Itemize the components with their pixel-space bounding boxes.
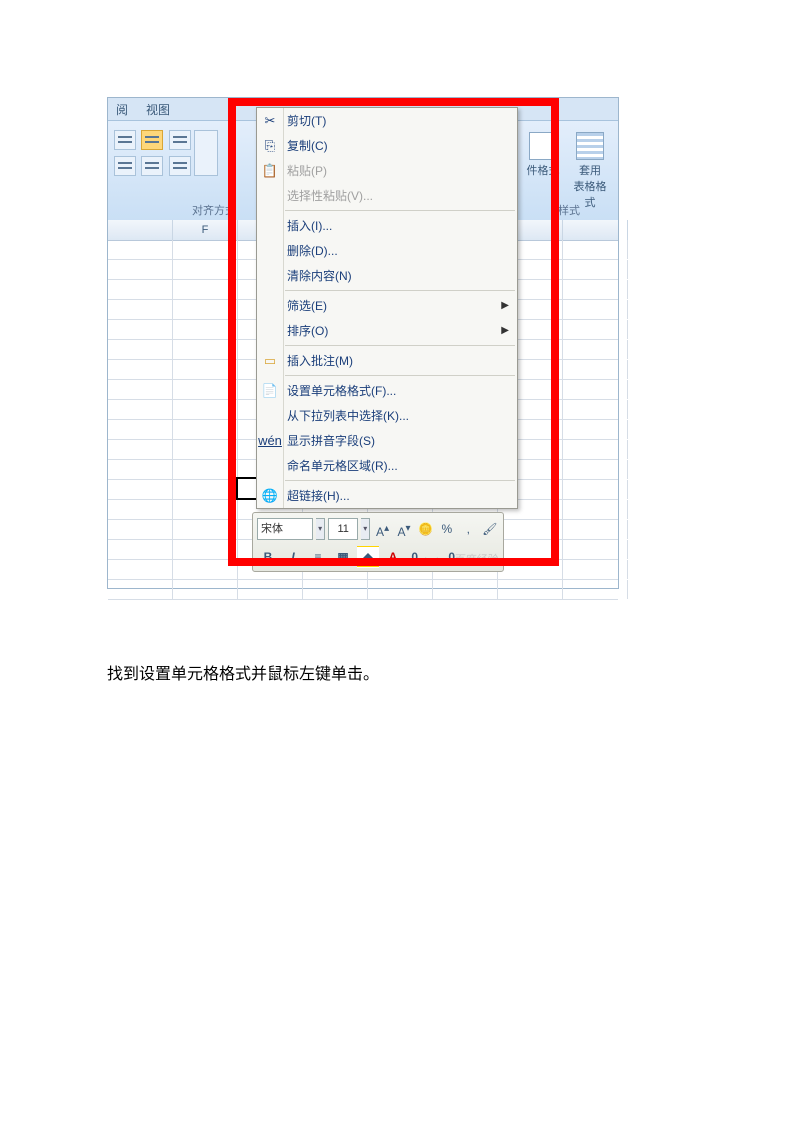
tab-review[interactable]: 阅: [116, 101, 128, 118]
submenu-arrow-icon: ▶: [501, 300, 509, 311]
bold-icon[interactable]: B: [257, 546, 279, 568]
conditional-format-icon: [529, 132, 557, 160]
italic-icon[interactable]: I: [282, 546, 304, 568]
align-left-icon[interactable]: [114, 156, 136, 176]
align-bottom-row: [114, 156, 193, 179]
table-format-button[interactable]: 套用 表格格式: [570, 130, 610, 190]
increase-decimal-icon[interactable]: .0→: [407, 546, 429, 568]
font-size-input[interactable]: 11: [328, 518, 358, 540]
align-group-label: 对齐方式: [192, 202, 236, 218]
menu-paste: 📋粘贴(P): [257, 158, 517, 183]
align-icon[interactable]: ≡: [307, 546, 329, 568]
ribbon-tabs: 阅 视图: [108, 98, 170, 120]
pinyin-icon: wén: [257, 433, 283, 448]
align-top-row: [114, 130, 193, 153]
fill-color-icon[interactable]: ◆: [357, 546, 379, 568]
context-menu: ✂剪切(T) ⎘复制(C) 📋粘贴(P) 选择性粘贴(V)... 插入(I)..…: [256, 107, 518, 509]
size-dropdown-icon[interactable]: ▾: [361, 518, 370, 540]
menu-cut[interactable]: ✂剪切(T): [257, 108, 517, 133]
menu-copy[interactable]: ⎘复制(C): [257, 133, 517, 158]
menu-name-range[interactable]: 命名单元格区域(R)...: [257, 453, 517, 478]
col-e[interactable]: [108, 220, 173, 240]
align-center-icon[interactable]: [141, 156, 163, 176]
font-name-input[interactable]: 宋体: [257, 518, 313, 540]
decrease-decimal-icon[interactable]: ←.0: [432, 546, 454, 568]
tab-view[interactable]: 视图: [146, 101, 170, 118]
format-painter-icon[interactable]: 🖌: [481, 518, 499, 540]
mini-toolbar: 宋体 ▾ 11 ▾ A▴ A▾ 🪙 % , 🖌 B I ≡ ▦ ◆ A .0→ …: [252, 512, 504, 572]
cond-fmt-label: 件格式: [523, 162, 563, 178]
accounting-format-icon[interactable]: 🪙: [416, 518, 434, 540]
table-fmt-label1: 套用: [570, 162, 610, 178]
conditional-format-button[interactable]: 件格式: [523, 130, 563, 190]
align-top-left-icon[interactable]: [114, 130, 136, 150]
format-icon: 📄: [257, 383, 283, 399]
comma-format-icon[interactable]: ,: [459, 518, 477, 540]
orientation-button[interactable]: [194, 130, 218, 176]
borders-icon[interactable]: ▦: [332, 546, 354, 568]
screenshot: 阅 视图 对齐方式 件格式 套用 表格格式 样式: [107, 97, 619, 589]
font-dropdown-icon[interactable]: ▾: [316, 518, 325, 540]
hyperlink-icon: 🌐: [257, 488, 283, 504]
grow-font-icon[interactable]: A▴: [373, 518, 391, 540]
align-right-icon[interactable]: [169, 156, 191, 176]
col-f[interactable]: F: [173, 220, 238, 240]
instruction-text: 找到设置单元格格式并鼠标左键单击。: [107, 660, 379, 684]
style-group-label: 样式: [558, 202, 580, 218]
menu-clear[interactable]: 清除内容(N): [257, 263, 517, 288]
comment-icon: ▭: [257, 353, 283, 369]
menu-sort[interactable]: 排序(O)▶: [257, 318, 517, 343]
submenu-arrow-icon: ▶: [501, 325, 509, 336]
align-top-center-icon[interactable]: [141, 130, 163, 150]
percent-format-icon[interactable]: %: [438, 518, 456, 540]
menu-format-cells[interactable]: 📄设置单元格格式(F)...: [257, 378, 517, 403]
font-color-icon[interactable]: A: [382, 546, 404, 568]
watermark: 百度经验: [453, 551, 497, 567]
scissors-icon: ✂: [257, 113, 283, 129]
menu-filter[interactable]: 筛选(E)▶: [257, 293, 517, 318]
menu-hyperlink[interactable]: 🌐超链接(H)...: [257, 483, 517, 508]
table-format-icon: [576, 132, 604, 160]
page: 阅 视图 对齐方式 件格式 套用 表格格式 样式: [0, 0, 800, 1132]
shrink-font-icon[interactable]: A▾: [395, 518, 413, 540]
align-top-right-icon[interactable]: [169, 130, 191, 150]
menu-show-pinyin[interactable]: wén显示拼音字段(S): [257, 428, 517, 453]
copy-icon: ⎘: [257, 138, 283, 154]
menu-insert-comment[interactable]: ▭插入批注(M): [257, 348, 517, 373]
menu-insert[interactable]: 插入(I)...: [257, 213, 517, 238]
menu-paste-special: 选择性粘贴(V)...: [257, 183, 517, 208]
menu-delete[interactable]: 删除(D)...: [257, 238, 517, 263]
menu-pick-from-list[interactable]: 从下拉列表中选择(K)...: [257, 403, 517, 428]
paste-icon: 📋: [257, 163, 283, 179]
